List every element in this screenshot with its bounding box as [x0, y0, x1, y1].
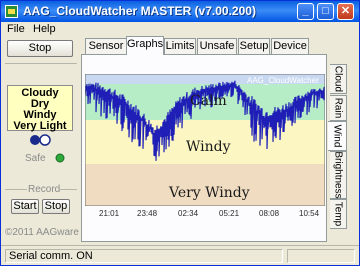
windy-zone-label: Windy [186, 139, 231, 155]
x-tick: 21:01 [99, 209, 120, 218]
maximize-button[interactable]: □ [317, 3, 334, 20]
side-tab-cloud-label: Cloud [332, 65, 344, 93]
minimize-button[interactable]: _ [297, 3, 314, 20]
side-tab-temp[interactable]: Temp [330, 199, 347, 229]
close-button[interactable]: ✕ [337, 3, 354, 20]
record-start-button[interactable]: Start [11, 199, 39, 214]
status-panel: Cloudy Dry Windy Very Light [7, 85, 73, 132]
serial-status-text: Serial comm. ON [9, 250, 93, 262]
status-bar: Serial comm. ON [1, 245, 359, 266]
side-tab-wind[interactable]: Wind [328, 121, 347, 151]
record-group-line-right [59, 189, 77, 190]
status-bar-main: Serial comm. ON [5, 249, 283, 263]
tab-device[interactable]: Device [271, 38, 309, 54]
x-tick: 23:48 [137, 209, 158, 218]
copyright-text: ©2011 AAGware [5, 227, 79, 238]
window-title: AAG_CloudWatcher MASTER (v7.00.200) [23, 4, 256, 18]
divider [5, 63, 77, 64]
tab-sensor[interactable]: Sensor [85, 38, 127, 54]
record-stop-button[interactable]: Stop [42, 199, 70, 214]
side-tab-wind-label: Wind [331, 124, 343, 148]
graph-legend: AAG_CloudWatcher [247, 76, 319, 85]
menu-file[interactable]: File [7, 23, 25, 35]
tab-unsafe[interactable]: Unsafe [197, 38, 237, 54]
safe-indicator-icon [55, 153, 65, 163]
tab-graphs[interactable]: Graphs [126, 36, 164, 55]
menu-help[interactable]: Help [33, 23, 56, 35]
status-brightness: Very Light [13, 120, 67, 132]
side-tab-brightness[interactable]: Brightness [330, 151, 347, 199]
x-tick: 05:21 [219, 209, 240, 218]
record-label: Record [28, 184, 61, 195]
side-tab-cloud[interactable]: Cloud [330, 64, 347, 94]
side-tab-temp-label: Temp [332, 201, 344, 227]
very-windy-zone-label: Very Windy [169, 185, 250, 201]
app-icon [5, 5, 18, 18]
tab-setup[interactable]: Setup [238, 38, 270, 54]
x-tick: 02:34 [178, 209, 199, 218]
side-tab-rain-label: Rain [332, 97, 344, 119]
side-tab-brightness-label: Brightness [332, 151, 344, 199]
stop-button[interactable]: Stop [7, 40, 73, 57]
menu-bar: File Help [1, 22, 359, 36]
tab-limits[interactable]: Limits [164, 38, 196, 54]
side-tab-rain[interactable]: Rain [330, 95, 347, 121]
calm-zone-label: Calm [190, 93, 227, 109]
x-tick: 08:08 [259, 209, 280, 218]
x-tick: 10:54 [299, 209, 320, 218]
day-night-icon [30, 134, 51, 146]
app-window: AAG_CloudWatcher MASTER (v7.00.200) _ □ … [0, 0, 360, 266]
status-bar-secondary [287, 249, 355, 263]
safe-label: Safe [25, 153, 46, 164]
record-group-line-left [5, 189, 27, 190]
title-bar[interactable]: AAG_CloudWatcher MASTER (v7.00.200) _ □ … [1, 1, 359, 22]
